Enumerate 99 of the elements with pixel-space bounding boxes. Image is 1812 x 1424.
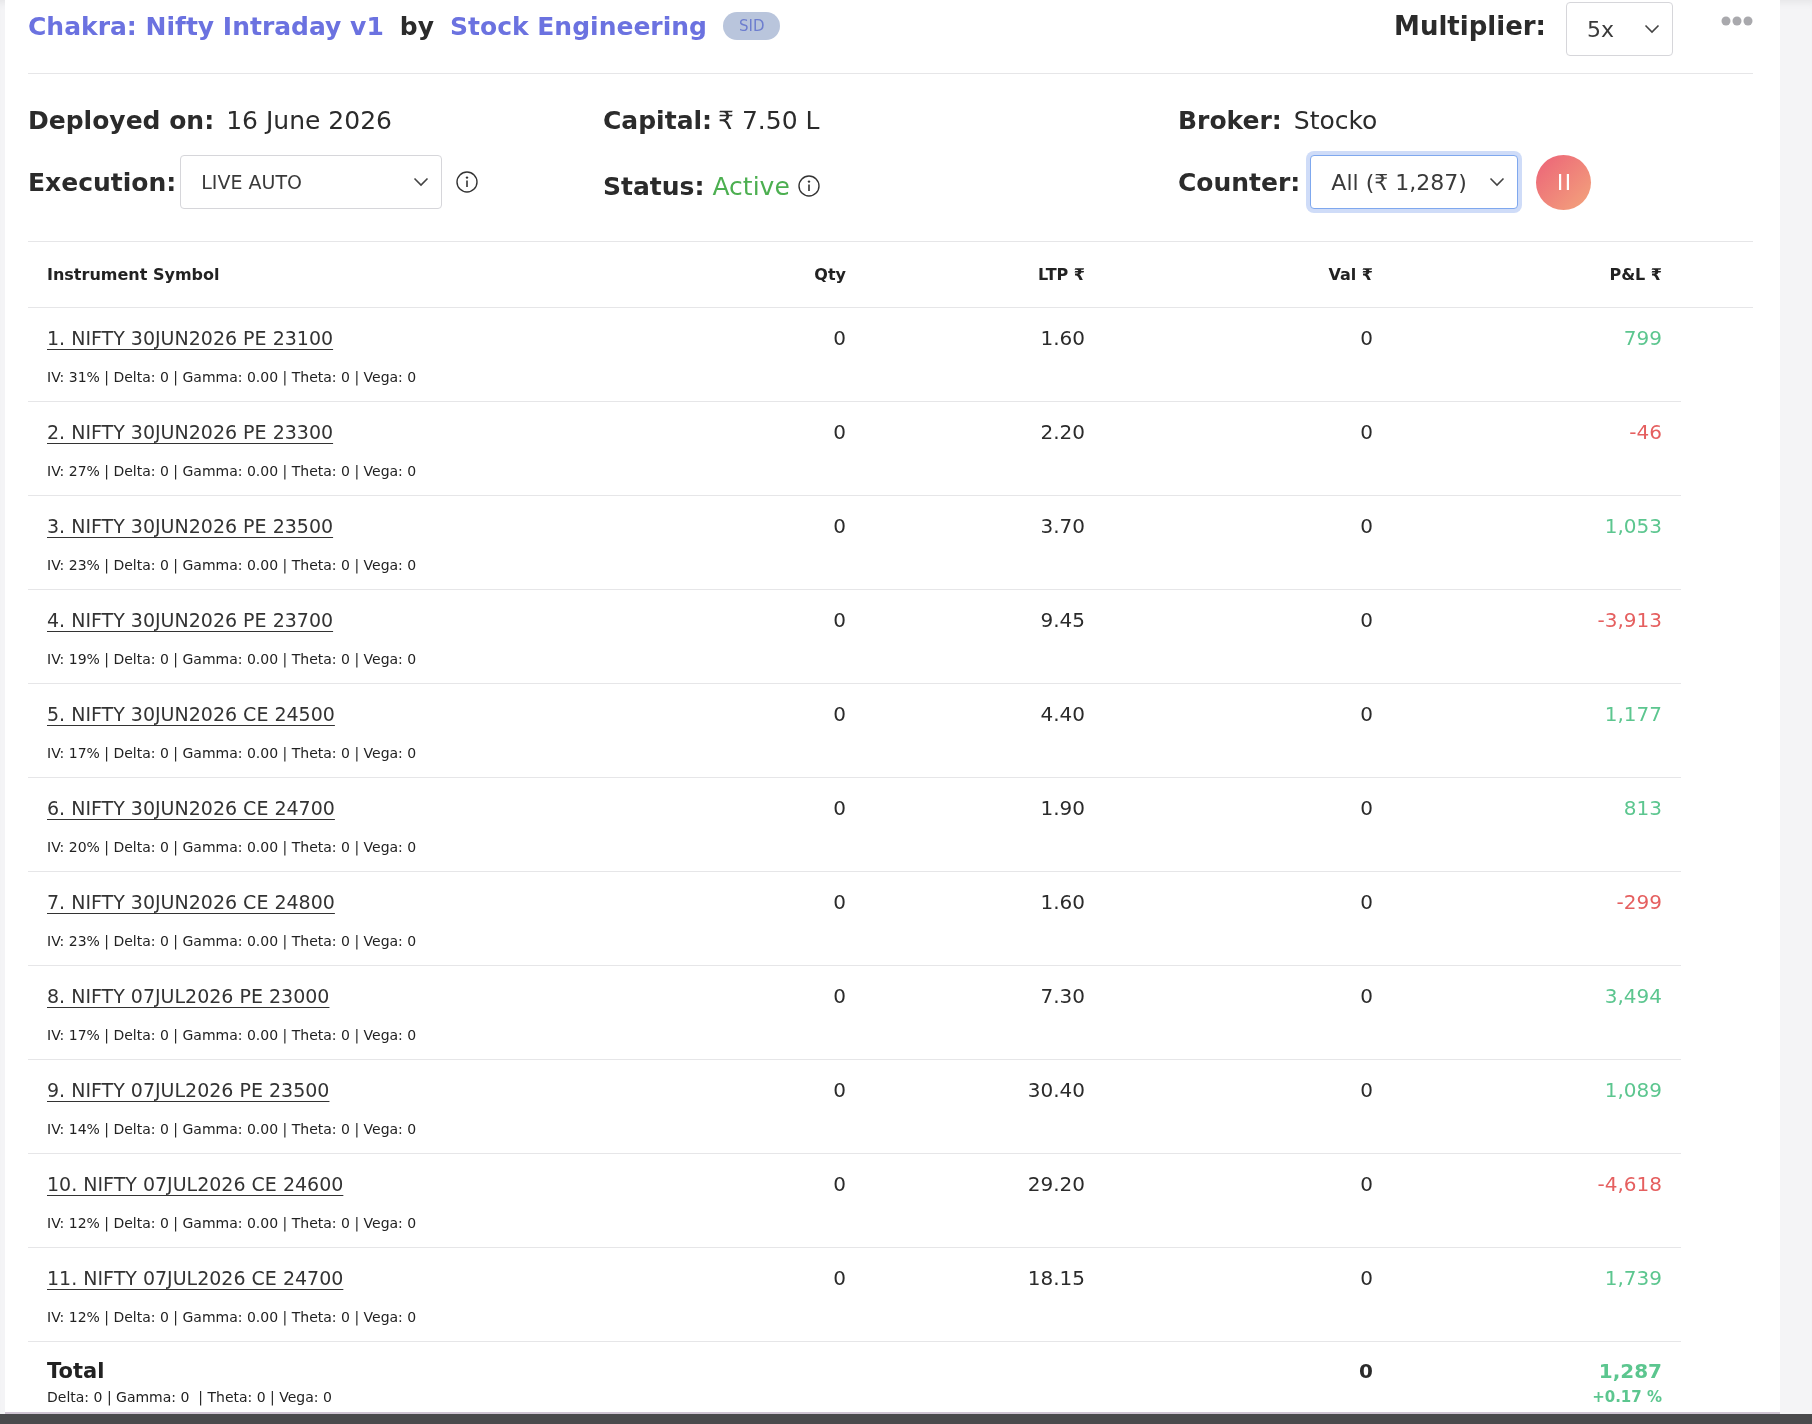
pnl-cell-text: -3,913 [1597, 607, 1662, 634]
greeks-text: IV: 12% | Delta: 0 | Gamma: 0.00 | Theta: 0 | Vega: 0 [47, 1214, 417, 1234]
ltp-cell-text: 7.30 [1040, 983, 1085, 1010]
pnl-cell-text: 1,739 [1604, 1265, 1662, 1292]
value-cell-text: 0 [1360, 1265, 1373, 1292]
ltp-cell-text: 2.20 [1040, 419, 1085, 446]
instrument-link[interactable]: 6. NIFTY 30JUN2026 CE 24700 [47, 794, 335, 822]
ltp-cell-text: 1.90 [1040, 795, 1085, 822]
execution-label: Execution: [28, 167, 177, 197]
qty-cell-text: 0 [833, 607, 846, 634]
qty-cell-text: 0 [833, 1077, 846, 1104]
capital-value: ₹ 7.50 L [718, 105, 820, 135]
status-label: Status: [603, 171, 705, 201]
by-text: by [399, 11, 434, 41]
qty-cell-text: 0 [833, 889, 846, 916]
value-cell-text: 0 [1360, 983, 1373, 1010]
column-header: LTP ₹ [1038, 265, 1085, 284]
ltp-cell-text: 30.40 [1027, 1077, 1085, 1104]
instrument-link[interactable]: 11. NIFTY 07JUL2026 CE 24700 [47, 1264, 344, 1292]
ltp-cell-text: 9.45 [1040, 607, 1085, 634]
pnl-cell-text: -4,618 [1597, 1171, 1662, 1198]
total-greeks-text: Delta: 0 | Gamma: 0 | Theta: 0 | Vega: 0 [47, 1388, 332, 1408]
info-icon[interactable] [456, 171, 479, 193]
greeks-text: IV: 27% | Delta: 0 | Gamma: 0.00 | Theta: 0 | Vega: 0 [47, 462, 417, 482]
greeks-text: IV: 31% | Delta: 0 | Gamma: 0.00 | Theta: 0 | Vega: 0 [47, 368, 417, 388]
pnl-cell-text: -299 [1616, 889, 1662, 916]
instrument-link[interactable]: 9. NIFTY 07JUL2026 PE 23500 [47, 1076, 330, 1104]
greeks-text: IV: 12% | Delta: 0 | Gamma: 0.00 | Theta: 0 | Vega: 0 [47, 1308, 417, 1328]
qty-cell-text: 0 [833, 419, 846, 446]
value-cell-text: 0 [1360, 325, 1373, 352]
multiplier-label: Multiplier: [1394, 11, 1546, 41]
greeks-text: IV: 19% | Delta: 0 | Gamma: 0.00 | Theta: 0 | Vega: 0 [47, 650, 417, 670]
chevron-down-icon [413, 177, 430, 187]
info-icon[interactable] [797, 175, 820, 197]
total-pnl: 1,287 [1598, 1358, 1662, 1385]
broker-label: Broker: [1178, 105, 1282, 135]
pnl-cell-text: 799 [1623, 325, 1662, 352]
pnl-cell-text: 1,053 [1604, 513, 1662, 540]
greeks-text: IV: 23% | Delta: 0 | Gamma: 0.00 | Theta: 0 | Vega: 0 [47, 932, 417, 952]
deployed-date: 16 June 2026 [226, 105, 392, 135]
qty-cell-text: 0 [833, 983, 846, 1010]
pnl-cell-text: 1,177 [1604, 701, 1662, 728]
deployed-label: Deployed on: [28, 105, 215, 135]
chevron-down-icon [1489, 177, 1506, 187]
capital-label: Capital: [603, 105, 713, 135]
column-header: P&L ₹ [1609, 265, 1662, 284]
column-header: Val ₹ [1328, 265, 1373, 284]
value-cell-text: 0 [1360, 419, 1373, 446]
value-cell-text: 0 [1360, 607, 1373, 634]
qty-cell-text: 0 [833, 795, 846, 822]
ltp-cell-text: 29.20 [1027, 1171, 1085, 1198]
ltp-cell-text: 18.15 [1027, 1265, 1085, 1292]
value-cell-text: 0 [1360, 1077, 1373, 1104]
total-label: Total [47, 1358, 105, 1385]
execution-select[interactable]: LIVE AUTO [180, 155, 443, 209]
value-cell-text: 0 [1360, 795, 1373, 822]
author-name: Stock Engineering [450, 11, 707, 41]
instrument-link[interactable]: 2. NIFTY 30JUN2026 PE 23300 [47, 418, 334, 446]
ltp-cell-text: 1.60 [1040, 889, 1085, 916]
column-header: Qty [814, 265, 846, 284]
qty-cell-text: 0 [833, 1171, 846, 1198]
ltp-cell-text: 3.70 [1040, 513, 1085, 540]
status-value: Active [712, 171, 790, 201]
instrument-link[interactable]: 5. NIFTY 30JUN2026 CE 24500 [47, 700, 335, 728]
total-value: 0 [1359, 1358, 1373, 1385]
qty-cell-text: 0 [833, 1265, 846, 1292]
ltp-cell-text: 4.40 [1040, 701, 1085, 728]
greeks-text: IV: 17% | Delta: 0 | Gamma: 0.00 | Theta: 0 | Vega: 0 [47, 1026, 417, 1046]
greeks-text: IV: 23% | Delta: 0 | Gamma: 0.00 | Theta: 0 | Vega: 0 [47, 556, 417, 576]
instrument-link[interactable]: 3. NIFTY 30JUN2026 PE 23500 [47, 512, 334, 540]
sid-badge: SID [722, 12, 781, 40]
instrument-link[interactable]: 1. NIFTY 30JUN2026 PE 23100 [47, 324, 334, 352]
instrument-link[interactable]: 4. NIFTY 30JUN2026 PE 23700 [47, 606, 334, 634]
qty-cell-text: 0 [833, 325, 846, 352]
column-header: Instrument Symbol [47, 265, 220, 284]
counter-label: Counter: [1178, 167, 1301, 197]
chevron-down-icon [1644, 24, 1660, 34]
pause-icon [1557, 174, 1570, 190]
greeks-text: IV: 20% | Delta: 0 | Gamma: 0.00 | Theta: 0 | Vega: 0 [47, 838, 417, 858]
instrument-link[interactable]: 7. NIFTY 30JUN2026 CE 24800 [47, 888, 335, 916]
total-pnl-percent: +0.17 % [1592, 1388, 1662, 1406]
pnl-cell-text: 1,089 [1604, 1077, 1662, 1104]
multiplier-select[interactable]: 5x [1566, 2, 1673, 56]
value-cell-text: 0 [1360, 889, 1373, 916]
qty-cell-text: 0 [833, 701, 846, 728]
strategy-title: Chakra: Nifty Intraday v1 [28, 11, 384, 41]
greeks-text: IV: 14% | Delta: 0 | Gamma: 0.00 | Theta: 0 | Vega: 0 [47, 1120, 417, 1140]
instrument-link[interactable]: 8. NIFTY 07JUL2026 PE 23000 [47, 982, 330, 1010]
pnl-cell-text: 813 [1623, 795, 1662, 822]
pnl-cell-text: 3,494 [1604, 983, 1662, 1010]
value-cell-text: 0 [1360, 1171, 1373, 1198]
instrument-link[interactable]: 10. NIFTY 07JUL2026 CE 24600 [47, 1170, 344, 1198]
qty-cell-text: 0 [833, 513, 846, 540]
broker-name: Stocko [1293, 105, 1378, 135]
ltp-cell-text: 1.60 [1040, 325, 1085, 352]
value-cell-text: 0 [1360, 513, 1373, 540]
value-cell-text: 0 [1360, 701, 1373, 728]
pnl-cell-text: -46 [1629, 419, 1662, 446]
greeks-text: IV: 17% | Delta: 0 | Gamma: 0.00 | Theta: 0 | Vega: 0 [47, 744, 417, 764]
